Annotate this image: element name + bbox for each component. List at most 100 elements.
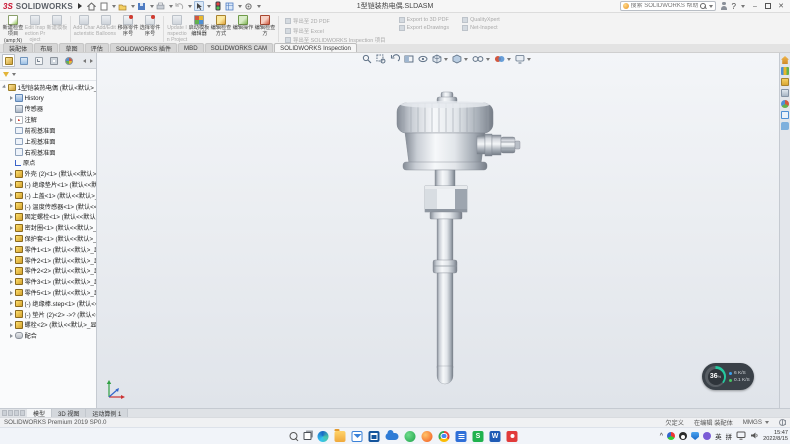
expand-arrow-icon[interactable] <box>10 247 13 251</box>
security-shield-icon[interactable] <box>691 432 699 440</box>
resources-home-icon[interactable] <box>781 56 789 64</box>
expand-arrow-icon[interactable] <box>10 193 13 197</box>
tree-row[interactable]: 零件2<1> (默认<<默认>_显示状 <box>0 255 96 266</box>
chevron-down-icon[interactable] <box>169 5 173 8</box>
tree-row[interactable]: (-) 绝缘垫片<1> (默认<<默认>_显 <box>0 179 96 190</box>
feature-manager-tab[interactable] <box>2 54 15 67</box>
hidden-icons-chevron[interactable]: ^ <box>660 433 664 439</box>
tree-row[interactable]: 配合 <box>0 330 96 341</box>
select-balloons-button[interactable]: 选择零件序号 <box>139 14 161 44</box>
previous-view-icon[interactable] <box>390 54 400 64</box>
property-manager-tab[interactable] <box>17 54 30 67</box>
tree-row[interactable]: 右视基准面 <box>0 147 96 158</box>
tab-model[interactable]: 模型 <box>27 409 52 417</box>
tree-row[interactable]: 密封圈<1> (默认<<默认>_显示状态 <box>0 222 96 233</box>
chevron-down-icon[interactable] <box>709 5 713 8</box>
expand-arrow-icon[interactable] <box>10 291 13 295</box>
home-icon[interactable] <box>87 1 97 11</box>
ime-mode-indicator[interactable]: 拼 <box>726 431 733 441</box>
expand-arrow-icon[interactable] <box>10 183 13 187</box>
chevron-down-icon[interactable] <box>464 58 468 61</box>
tree-row[interactable]: 固定螺栓<1> (默认<<默认>_显示状 <box>0 212 96 223</box>
chevron-down-icon[interactable] <box>527 58 531 61</box>
tab-3d-views[interactable]: 3D 视图 <box>52 409 86 417</box>
scroll-next-icon[interactable] <box>14 410 19 416</box>
menu-expand-icon[interactable] <box>78 3 82 9</box>
zoom-to-area-icon[interactable] <box>376 54 386 64</box>
chevron-down-icon[interactable] <box>257 5 261 8</box>
solidworks-forum-icon[interactable] <box>781 122 789 130</box>
scroll-first-icon[interactable] <box>2 410 7 416</box>
expand-arrow-icon[interactable] <box>10 226 13 230</box>
chrome-icon[interactable] <box>439 431 450 442</box>
new-inspection-project-button[interactable]: 新建检查项目 (amp;N) <box>2 14 24 44</box>
tab-solidworks-inspection[interactable]: SOLIDWORKS Inspection <box>274 43 357 52</box>
tree-row[interactable]: 1型铠装热电偶 (默认<默认>_显示状态-1 <box>0 82 96 93</box>
help-search-box[interactable] <box>620 1 716 11</box>
tree-row[interactable]: History <box>0 93 96 104</box>
gpu-tray-icon[interactable] <box>667 432 675 440</box>
tree-row[interactable]: (-) 上盖<1> (默认<<默认>_显示状 <box>0 190 96 201</box>
chevron-down-icon[interactable] <box>12 73 16 76</box>
chevron-down-icon[interactable] <box>238 5 242 8</box>
red-app-icon[interactable] <box>507 431 518 442</box>
design-library-icon[interactable] <box>781 67 789 75</box>
purple-tray-icon[interactable] <box>703 432 711 440</box>
tree-row[interactable]: 前视基准面 <box>0 125 96 136</box>
tree-row[interactable]: 外壳 (2)<1> (默认<<默认>_显示状 <box>0 168 96 179</box>
file-properties-icon[interactable] <box>225 1 235 11</box>
export-3d-pdf-item[interactable]: Export to 3D PDF <box>399 17 450 23</box>
ime-language-indicator[interactable]: 英 <box>715 431 722 441</box>
tree-row[interactable]: 零件2<2> (默认<<默认>_显示状态 <box>0 266 96 277</box>
help-button[interactable]: ? <box>732 2 736 11</box>
print-icon[interactable] <box>156 1 166 11</box>
expand-arrow-icon[interactable] <box>10 172 13 176</box>
graphics-viewport[interactable]: 36% 6 K/S 0.1 K/S <box>97 53 779 408</box>
qualityxpert-item[interactable]: QualityXpert <box>462 17 500 23</box>
remove-balloons-button[interactable]: 移除零件序号 <box>117 14 139 44</box>
options-gear-icon[interactable] <box>244 1 254 11</box>
edit-inspection-project-button[interactable]: Edit Inspection Project <box>24 14 46 44</box>
tree-row[interactable]: (-) 垫片 (2)<2> ->? (默认<<默认> <box>0 309 96 320</box>
close-button[interactable]: ✕ <box>775 2 787 10</box>
word-app-icon[interactable]: W <box>490 431 501 442</box>
minimize-button[interactable]: – <box>749 3 761 10</box>
dimxpert-manager-tab[interactable] <box>47 54 60 67</box>
edge-browser-icon[interactable] <box>318 431 329 442</box>
view-orientation-icon[interactable] <box>432 54 448 64</box>
edit-inspection-method-button[interactable]: 编辑检查方式 <box>210 14 232 44</box>
hide-show-items-icon[interactable] <box>472 54 490 64</box>
custom-properties-icon[interactable] <box>781 111 789 119</box>
chevron-down-icon[interactable] <box>207 5 211 8</box>
tree-row[interactable]: 螺栓<2> (默认<<默认>_显示状态 <box>0 320 96 331</box>
add-edit-balloons-button[interactable]: Add/Edit Balloons <box>95 14 117 44</box>
tab-motion-study[interactable]: 运动算例 1 <box>86 409 128 417</box>
chevron-down-icon[interactable] <box>444 58 448 61</box>
view-settings-icon[interactable] <box>515 54 531 64</box>
sogou-app-icon[interactable]: S <box>473 431 484 442</box>
chevron-down-icon[interactable] <box>131 5 135 8</box>
launch-template-editor-button[interactable]: 启动模板编辑器 <box>188 14 210 44</box>
chevron-down-icon[interactable] <box>188 5 192 8</box>
edit-operation-button[interactable]: 编辑操作 <box>232 14 254 44</box>
rebuild-icon[interactable] <box>213 1 223 11</box>
expand-arrow-icon[interactable] <box>10 237 13 241</box>
green-browser-app-icon[interactable] <box>405 431 416 442</box>
thermocouple-3d-model[interactable] <box>389 90 529 390</box>
scroll-last-icon[interactable] <box>20 410 25 416</box>
orange-app-icon[interactable] <box>422 431 433 442</box>
expand-arrow-icon[interactable] <box>10 280 13 284</box>
expand-arrow-icon[interactable] <box>2 85 7 90</box>
chevron-down-icon[interactable] <box>112 5 116 8</box>
net-inspect-item[interactable]: Net-Inspect <box>462 25 500 31</box>
tree-row[interactable]: (-) 绝缘棒.step<1> (默认<<默认> <box>0 298 96 309</box>
tab-sketch[interactable]: 草图 <box>59 43 83 52</box>
tree-row[interactable]: 保护套<1> (默认<<默认>_显示状态 <box>0 233 96 244</box>
tree-row[interactable]: (-) 温度传感器<1> (默认<<默认>_ <box>0 201 96 212</box>
restore-button[interactable] <box>765 3 771 9</box>
expand-arrow-icon[interactable] <box>10 118 13 122</box>
appearances-scenes-icon[interactable] <box>781 100 789 108</box>
expand-arrow-icon[interactable] <box>10 334 13 338</box>
login-person-icon[interactable] <box>720 2 728 11</box>
dynamic-annotation-icon[interactable] <box>418 54 428 64</box>
